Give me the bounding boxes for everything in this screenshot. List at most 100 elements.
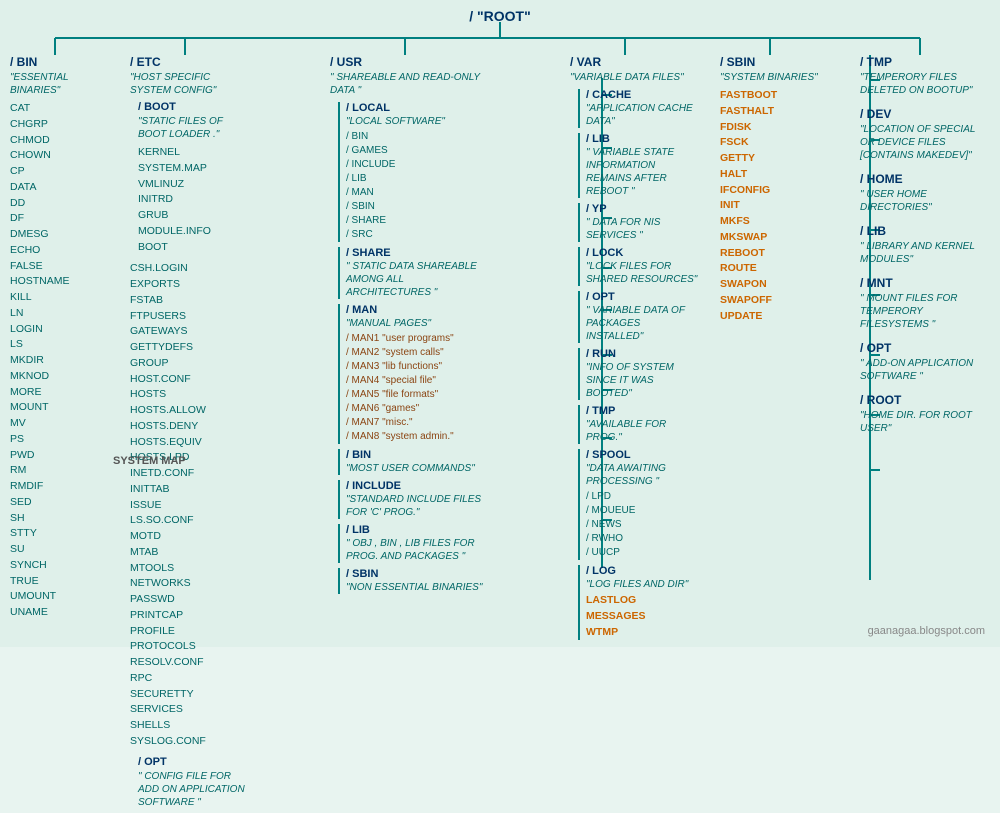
right-dev-section: / DEV "LOCATION OF SPECIAL OR DEVICE FIL… bbox=[860, 107, 990, 162]
bin-file-kill: KILL bbox=[10, 290, 115, 306]
right-mnt-section: / MNT " MOUNT FILES FOR TEMPERORY FILESY… bbox=[860, 276, 990, 331]
etc-mtab: MTAB bbox=[130, 545, 250, 561]
etc-column: / ETC "HOST SPECIFIC SYSTEM CONFIG" / BO… bbox=[130, 55, 250, 813]
usr-sbin-title: / SBIN bbox=[346, 568, 490, 580]
bin-file-cat: CAT bbox=[10, 101, 115, 117]
etc-mtools: MTOOLS bbox=[130, 561, 250, 577]
usr-sbin-section: / SBIN "NON ESSENTIAL BINARIES" bbox=[338, 568, 490, 594]
etc-desc: "HOST SPECIFIC SYSTEM CONFIG" bbox=[130, 71, 250, 97]
etc-hostsequiv: HOSTS.EQUIV bbox=[130, 435, 250, 451]
bin-file-mount: MOUNT bbox=[10, 400, 115, 416]
boot-title: / BOOT bbox=[138, 101, 250, 113]
usr-man7: / MAN7 "misc." bbox=[346, 416, 490, 430]
var-column: / VAR "VARIABLE DATA FILES" / CACHE "APP… bbox=[570, 55, 700, 640]
right-lib-title: / LIB bbox=[860, 224, 990, 238]
root-label: / "ROOT" bbox=[469, 8, 531, 24]
bin-file-ls: LS bbox=[10, 337, 115, 353]
var-opt-title: / OPT bbox=[586, 291, 700, 303]
etc-hostsdeny: HOSTS.DENY bbox=[130, 419, 250, 435]
bin-file-stty: STTY bbox=[10, 526, 115, 542]
boot-grub: GRUB bbox=[138, 208, 250, 224]
var-yp-title: / YP bbox=[586, 203, 700, 215]
usr-bin-title: / BIN bbox=[346, 449, 490, 461]
usr-lib-section: / LIB " OBJ , BIN , LIB FILES FOR PROG. … bbox=[338, 524, 490, 563]
bin-file-more: MORE bbox=[10, 385, 115, 401]
etc-inittab: INITTAB bbox=[130, 482, 250, 498]
boot-files: KERNEL SYSTEM.MAP VMLINUZ INITRD GRUB MO… bbox=[138, 145, 250, 255]
usr-man2: / MAN2 "system calls" bbox=[346, 346, 490, 360]
usr-column: / USR " SHAREABLE AND READ-ONLY DATA " /… bbox=[330, 55, 490, 596]
right-mnt-desc: " MOUNT FILES FOR TEMPERORY FILESYSTEMS … bbox=[860, 292, 990, 331]
usr-title: / USR bbox=[330, 55, 490, 69]
usr-bin-section: / BIN "MOST USER COMMANDS" bbox=[338, 449, 490, 475]
right-home-section: / HOME " USER HOME DIRECTORIES" bbox=[860, 172, 990, 214]
usr-include-section: / INCLUDE "STANDARD INCLUDE FILES FOR 'C… bbox=[338, 480, 490, 519]
etc-files: CSH.LOGIN EXPORTS FSTAB FTPUSERS GATEWAY… bbox=[130, 261, 250, 749]
usr-man4: / MAN4 "special file" bbox=[346, 374, 490, 388]
usr-lib-title: / LIB bbox=[346, 524, 490, 536]
right-tmp-desc: "TEMPERORY FILES DELETED ON BOOTUP" bbox=[860, 71, 990, 97]
bin-files: CAT CHGRP CHMOD CHOWN CP DATA DD DF DMES… bbox=[10, 101, 115, 621]
etc-opt-desc: " CONFIG FILE FOR ADD ON APPLICATION SOF… bbox=[138, 770, 250, 809]
var-tmp-section: / TMP "AVAILABLE FOR PROG." bbox=[578, 405, 700, 444]
var-log-desc: "LOG FILES AND DIR" bbox=[586, 578, 700, 591]
var-yp-section: / YP " DATA FOR NIS SERVICES " bbox=[578, 203, 700, 242]
sbin-reboot: REBOOT bbox=[720, 246, 830, 262]
usr-local-bin: / BIN bbox=[346, 130, 490, 144]
var-cache-desc: "APPLICATION CACHE DATA" bbox=[586, 102, 700, 128]
right-opt-desc: " ADD-ON APPLICATION SOFTWARE " bbox=[860, 357, 990, 383]
var-spool-section: / SPOOL "DATA AWAITING PROCESSING " / LP… bbox=[578, 449, 700, 560]
right-lib-section: / LIB " LIBRARY AND KERNEL MODULES" bbox=[860, 224, 990, 266]
bin-file-sh: SH bbox=[10, 511, 115, 527]
var-spool-rwho: / RWHO bbox=[586, 532, 700, 546]
etc-issue: ISSUE bbox=[130, 498, 250, 514]
right-lib-desc: " LIBRARY AND KERNEL MODULES" bbox=[860, 240, 990, 266]
usr-include-title: / INCLUDE bbox=[346, 480, 490, 492]
var-log-lastlog: LASTLOG bbox=[586, 593, 700, 609]
var-lib-desc: " VARIABLE STATE INFORMATION REMAINS AFT… bbox=[586, 146, 700, 198]
etc-networks: NETWORKS bbox=[130, 576, 250, 592]
usr-man1: / MAN1 "user programs" bbox=[346, 332, 490, 346]
bin-file-mkdir: MKDIR bbox=[10, 353, 115, 369]
var-cache-title: / CACHE bbox=[586, 89, 700, 101]
etc-profile: PROFILE bbox=[130, 624, 250, 640]
usr-local-include: / INCLUDE bbox=[346, 158, 490, 172]
usr-man-desc: "MANUAL PAGES" bbox=[346, 317, 490, 330]
usr-share-section: / SHARE " STATIC DATA SHAREABLE AMONG AL… bbox=[338, 247, 490, 299]
right-dev-desc: "LOCATION OF SPECIAL OR DEVICE FILES [CO… bbox=[860, 123, 990, 162]
var-lock-title: / LOCK bbox=[586, 247, 700, 259]
sbin-swapoff: SWAPOFF bbox=[720, 293, 830, 309]
bin-file-mv: MV bbox=[10, 416, 115, 432]
var-log-messages: MESSAGES bbox=[586, 609, 700, 625]
bin-file-pwd: PWD bbox=[10, 448, 115, 464]
sbin-swapon: SWAPON bbox=[720, 277, 830, 293]
bin-file-chgrp: CHGRP bbox=[10, 117, 115, 133]
bin-file-data: DATA bbox=[10, 180, 115, 196]
right-column: / TMP "TEMPERORY FILES DELETED ON BOOTUP… bbox=[860, 55, 990, 445]
etc-hostconf: HOST.CONF bbox=[130, 372, 250, 388]
var-spool-uucp: / UUCP bbox=[586, 546, 700, 560]
usr-man3: / MAN3 "lib functions" bbox=[346, 360, 490, 374]
etc-ftpusers: FTPUSERS bbox=[130, 309, 250, 325]
sbin-getty: GETTY bbox=[720, 151, 830, 167]
right-dev-title: / DEV bbox=[860, 107, 990, 121]
usr-local-share: / SHARE bbox=[346, 214, 490, 228]
var-title: / VAR bbox=[570, 55, 700, 69]
sbin-desc: "SYSTEM BINARIES" bbox=[720, 71, 830, 84]
var-spool-moueue: / MOUEUE bbox=[586, 504, 700, 518]
var-run-title: / RUN bbox=[586, 348, 700, 360]
watermark: gaanagaa.blogspot.com bbox=[868, 625, 985, 637]
right-root-title: / ROOT bbox=[860, 393, 990, 407]
boot-section: / BOOT "STATIC FILES OF BOOT LOADER ." K… bbox=[138, 101, 250, 255]
usr-lib-desc: " OBJ , BIN , LIB FILES FOR PROG. AND PA… bbox=[346, 537, 490, 563]
var-log-title: / LOG bbox=[586, 565, 700, 577]
usr-bin-desc: "MOST USER COMMANDS" bbox=[346, 462, 490, 475]
bin-file-dmesg: DMESG bbox=[10, 227, 115, 243]
etc-group: GROUP bbox=[130, 356, 250, 372]
var-desc: "VARIABLE DATA FILES" bbox=[570, 71, 700, 84]
bin-file-hostname: HOSTNAME bbox=[10, 274, 115, 290]
usr-local-title: / LOCAL bbox=[346, 102, 490, 114]
right-mnt-title: / MNT bbox=[860, 276, 990, 290]
bin-file-false: FALSE bbox=[10, 259, 115, 275]
etc-passwd: PASSWD bbox=[130, 592, 250, 608]
